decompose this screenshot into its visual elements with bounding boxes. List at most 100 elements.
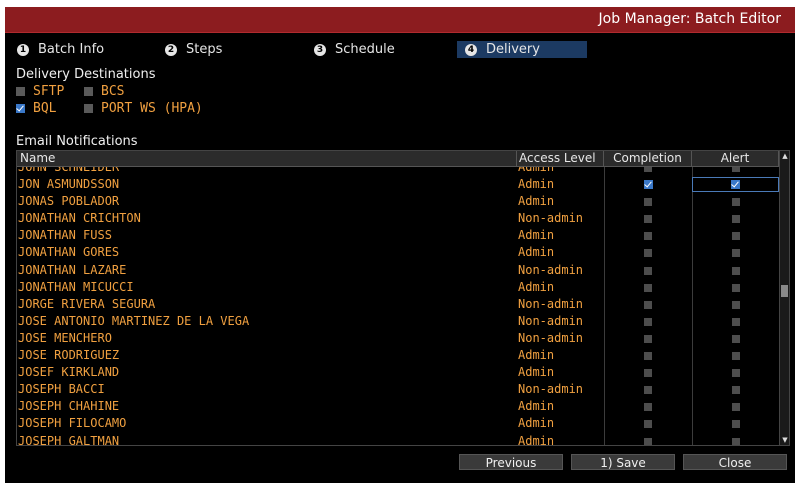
table-row[interactable]: JORGE RIVERA SEGURA Non-admin (17, 296, 779, 313)
vertical-scrollbar[interactable]: ▲ ▼ (779, 151, 789, 445)
user-name: JONATHAN MICUCCI (18, 279, 134, 294)
checkbox-icon[interactable] (644, 215, 652, 224)
step-number-icon: 2 (165, 43, 177, 56)
access-level: Non-admin (518, 262, 584, 277)
access-level: Non-admin (518, 296, 584, 311)
checkbox-icon[interactable] (644, 403, 652, 412)
tab-schedule[interactable]: 3 Schedule (314, 41, 395, 58)
table-row[interactable]: JOSEPH FILOCAMO Admin (17, 415, 779, 432)
checkbox-icon[interactable] (732, 334, 740, 343)
destination-label: BCS (101, 84, 125, 99)
checkbox-icon[interactable] (644, 198, 652, 207)
step-number-icon: 4 (465, 43, 477, 56)
table-body: JOHN SCHNEIDER Admin JON ASMUNDSSON Admin JO… (17, 167, 779, 445)
table-row[interactable]: JOSEPH BACCI Non-admin (17, 381, 779, 398)
checkbox-icon[interactable] (644, 437, 652, 445)
tab-label: Steps (186, 42, 223, 57)
access-level: Non-admin (518, 382, 584, 397)
scroll-thumb[interactable] (781, 285, 788, 297)
tab-delivery[interactable]: 4 Delivery (457, 41, 587, 58)
tab-batch-info[interactable]: 1 Batch Info (17, 41, 104, 58)
destination-bql[interactable]: BQL (16, 101, 56, 116)
checkbox-icon[interactable] (644, 369, 652, 378)
table-header: Name Access Level Completion Alert (17, 151, 789, 167)
checkbox-icon[interactable] (732, 249, 740, 258)
checkbox-icon[interactable] (16, 87, 25, 96)
checkbox-icon[interactable] (732, 386, 740, 395)
checkbox-icon[interactable] (644, 334, 652, 343)
checkbox-icon[interactable] (644, 232, 652, 241)
step-tabs: 1 Batch Info 2 Steps 3 Schedule 4 Delive… (5, 41, 795, 59)
user-name: JONAS POBLADOR (18, 194, 120, 209)
checked-checkbox-icon[interactable] (644, 180, 653, 190)
column-header-alert[interactable]: Alert (692, 151, 779, 167)
table-row[interactable]: JONATHAN CRICHTON Non-admin (17, 210, 779, 227)
destination-sftp[interactable]: SFTP (16, 84, 64, 99)
checkbox-icon[interactable] (732, 198, 740, 207)
user-name: JOSE ANTONIO MARTINEZ DE LA VEGA (18, 313, 250, 328)
checkbox-icon[interactable] (644, 249, 652, 258)
tab-label: Schedule (335, 42, 395, 57)
table-row[interactable]: JOSEPH CHAHINE Admin (17, 398, 779, 415)
access-level: Admin (518, 348, 555, 363)
checkbox-icon[interactable] (644, 167, 652, 172)
window-title: Job Manager: Batch Editor (598, 11, 781, 27)
close-button[interactable]: Close (683, 454, 787, 470)
column-header-access-level[interactable]: Access Level (517, 151, 604, 167)
checkbox-icon[interactable] (84, 87, 93, 96)
table-row[interactable]: JOSE MENCHERO Non-admin (17, 330, 779, 347)
user-name: JOSEPH CHAHINE (18, 399, 120, 414)
column-header-completion[interactable]: Completion (604, 151, 692, 167)
table-row[interactable]: JOSE ANTONIO MARTINEZ DE LA VEGA Non-admi… (17, 313, 779, 330)
title-bar: Job Manager: Batch Editor (5, 7, 795, 33)
scroll-down-icon[interactable]: ▼ (781, 435, 789, 445)
access-level: Admin (518, 416, 555, 431)
access-level: Non-admin (518, 330, 584, 345)
checkbox-icon[interactable] (732, 317, 740, 326)
checkbox-icon[interactable] (732, 437, 740, 445)
scroll-up-icon[interactable]: ▲ (781, 151, 789, 161)
checkbox-icon[interactable] (732, 232, 740, 241)
table-row[interactable]: JON ASMUNDSSON Admin (17, 176, 779, 193)
table-row[interactable]: JONATHAN LAZARE Non-admin (17, 262, 779, 279)
table-row[interactable]: JOSEF KIRKLAND Admin (17, 364, 779, 381)
destination-label: BQL (33, 101, 57, 116)
checkbox-icon[interactable] (644, 266, 652, 275)
checkbox-icon[interactable] (732, 369, 740, 378)
checkbox-icon[interactable] (644, 352, 652, 361)
table-row[interactable]: JONATHAN GORES Admin (17, 244, 779, 261)
access-level: Admin (518, 228, 555, 243)
user-name: JOSE MENCHERO (18, 330, 112, 345)
table-row[interactable]: JOHN SCHNEIDER Admin (17, 167, 779, 176)
previous-button[interactable]: Previous (459, 454, 563, 470)
access-level: Admin (518, 245, 555, 260)
checked-checkbox-icon[interactable] (16, 104, 25, 113)
save-button[interactable]: 1) Save (571, 454, 675, 470)
destination-port-ws[interactable]: PORT WS (HPA) (84, 101, 203, 116)
table-row[interactable]: JONATHAN MICUCCI Admin (17, 279, 779, 296)
checkbox-icon[interactable] (732, 283, 740, 292)
checkbox-icon[interactable] (732, 215, 740, 224)
table-row[interactable]: JONAS POBLADOR Admin (17, 193, 779, 210)
checkbox-icon[interactable] (644, 386, 652, 395)
destination-bcs[interactable]: BCS (84, 84, 124, 99)
checkbox-icon[interactable] (732, 352, 740, 361)
column-header-name[interactable]: Name (17, 151, 517, 167)
table-row[interactable]: JONATHAN FUSS Admin (17, 227, 779, 244)
checkbox-icon[interactable] (732, 167, 740, 172)
checkbox-icon[interactable] (644, 300, 652, 309)
access-level: Admin (518, 167, 555, 174)
checkbox-icon[interactable] (732, 266, 740, 275)
tab-steps[interactable]: 2 Steps (165, 41, 222, 58)
checkbox-icon[interactable] (644, 420, 652, 429)
user-name: JON ASMUNDSSON (18, 177, 120, 192)
user-name: JONATHAN FUSS (18, 228, 112, 243)
checkbox-icon[interactable] (644, 283, 652, 292)
checkbox-icon[interactable] (732, 300, 740, 309)
checkbox-icon[interactable] (732, 403, 740, 412)
table-row[interactable]: JOSE RODRIGUEZ Admin (17, 347, 779, 364)
table-row[interactable]: JOSEPH GALTMAN Admin (17, 433, 779, 445)
checkbox-icon[interactable] (644, 317, 652, 326)
checkbox-icon[interactable] (732, 420, 740, 429)
checkbox-icon[interactable] (84, 104, 93, 113)
